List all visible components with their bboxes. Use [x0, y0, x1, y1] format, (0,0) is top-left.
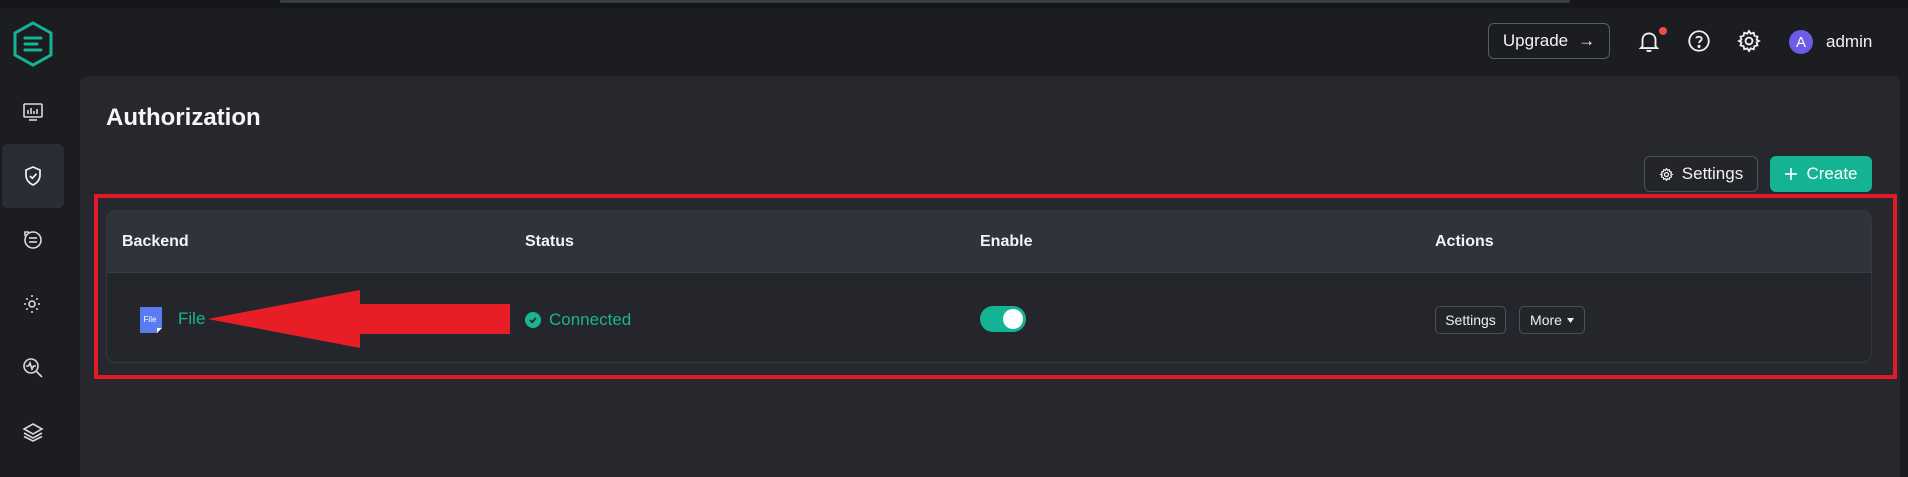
avatar[interactable]: A [1789, 30, 1813, 54]
annotation-highlight-box [94, 194, 1897, 379]
create-button[interactable]: Create [1770, 156, 1872, 192]
notification-badge [1659, 27, 1667, 35]
sidebar-item-dashboard[interactable] [0, 80, 66, 144]
sidebar-item-management[interactable] [0, 272, 66, 336]
upgrade-button[interactable]: Upgrade → [1488, 23, 1610, 59]
annotation-arrow-icon [208, 290, 510, 348]
upgrade-label: Upgrade [1502, 31, 1569, 50]
layers-icon [22, 423, 44, 442]
help-icon[interactable] [1686, 28, 1712, 54]
gear-icon[interactable] [1736, 28, 1762, 54]
plus-icon [1785, 168, 1798, 180]
username[interactable]: admin [1826, 32, 1872, 52]
sidebar-item-extensions[interactable] [0, 400, 66, 464]
monitor-chart-icon [23, 103, 43, 121]
settings-label: Settings [1681, 164, 1744, 183]
gear-plug-icon [24, 295, 40, 313]
page-title: Authorization [106, 104, 261, 131]
gear-icon [1659, 167, 1674, 181]
data-flow-icon [24, 231, 42, 249]
sidebar-item-integration[interactable] [0, 208, 66, 272]
browser-scroll-track [280, 0, 1570, 3]
app-logo-icon[interactable] [11, 20, 55, 68]
sidebar-item-diagnose[interactable] [0, 336, 66, 400]
sidebar [0, 8, 78, 477]
bell-icon[interactable] [1636, 28, 1662, 54]
sidebar-item-access-control[interactable] [2, 144, 64, 208]
shield-check-icon [25, 166, 41, 186]
create-label: Create [1806, 164, 1858, 183]
window-top-bar [0, 0, 1908, 8]
settings-button[interactable]: Settings [1644, 156, 1758, 192]
search-pulse-icon [23, 358, 43, 378]
arrow-right-icon: → [1578, 31, 1596, 50]
